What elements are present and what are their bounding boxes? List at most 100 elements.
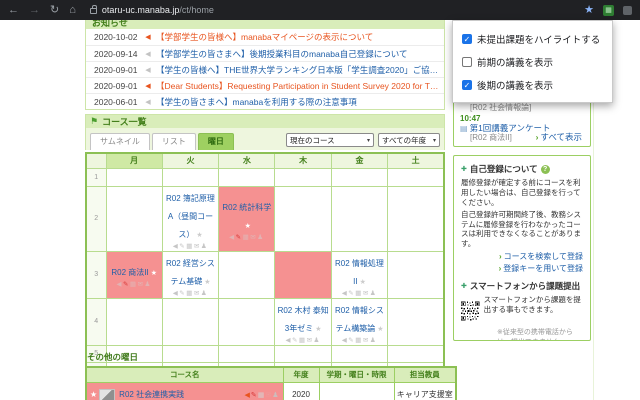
other-days-row[interactable]: ★ R02 社会連携実践 ◀✎▦✉♟ 2020 キャリア支援室 <box>85 381 457 400</box>
timetable-cell <box>218 250 276 299</box>
smartphone-text: スマートフォンから課題を提出する事もできます。 <box>483 295 581 315</box>
show-all-label: すべて表示 <box>540 132 582 142</box>
announcement-link[interactable]: 【学生の皆さまへ】manabaを利用する際の注意事項 <box>156 96 357 108</box>
course-cell[interactable]: R02 情報処理II ★ ◀✎▦✉♟ <box>332 252 386 297</box>
project-icon: ▦ <box>298 336 307 344</box>
checkbox[interactable]: ✓ <box>462 79 472 90</box>
course-status-icons: ◀✎▦✉♟ <box>165 290 216 297</box>
select-value: すべての年度 <box>382 135 427 145</box>
day-header-2: 火 <box>161 152 220 169</box>
timetable-corner <box>85 152 107 169</box>
announcement-date: 2020-09-01 <box>94 80 138 91</box>
bullet-icon: ✚ <box>461 166 467 173</box>
day-header-5: 金 <box>330 152 389 169</box>
day-header-1: 月 <box>105 152 163 169</box>
favorite-star-icon: ★ <box>315 325 322 333</box>
megaphone-icon: ◀ <box>145 50 151 58</box>
other-days-col-header-4: 担当教員 <box>393 366 457 383</box>
timetable-cell <box>330 167 389 187</box>
announcement-row[interactable]: 2020-10-02 ◀ 【学部学生の皆様へ】manabaマイページの表示について <box>86 29 444 45</box>
respon-icon: ♟ <box>272 391 280 399</box>
tab-inactive[interactable]: サムネイル <box>90 133 150 150</box>
announcement-link[interactable]: 【Dear Students】Requesting Participation … <box>156 80 444 92</box>
task-course-ref: [R02 社会情報論] <box>470 102 532 112</box>
respon-icon: ♟ <box>313 336 321 344</box>
timetable-cell: R02 情報処理II ★ ◀✎▦✉♟ <box>330 250 389 299</box>
self-registration-title: 自己登録について <box>469 164 538 174</box>
respon-icon: ♟ <box>257 233 265 241</box>
respon-icon: ♟ <box>200 242 209 250</box>
day-header-6: 土 <box>387 152 445 169</box>
popup-option[interactable]: ✓ 後期の講義を表示 <box>462 73 603 96</box>
help-icon[interactable]: ? <box>540 164 550 174</box>
other-days-col-header-2: 年度 <box>282 366 320 383</box>
self-registration-link[interactable]: › 登録キーを用いて登録 <box>461 263 583 275</box>
screen: ← → ↻ ⌂ otaru-uc.manaba.jp/ct/home ★ ▦ お… <box>0 0 640 400</box>
back-icon[interactable]: ← <box>8 4 19 16</box>
checkbox[interactable] <box>462 56 472 67</box>
announcement-link[interactable]: 【学部学生の皆さまへ】後期授業科目のmanaba自己登録について <box>156 48 407 60</box>
respon-icon: ♟ <box>369 289 378 297</box>
favorite-star-icon: ★ <box>359 278 366 286</box>
address-bar[interactable]: otaru-uc.manaba.jp/ct/home <box>102 5 214 15</box>
course-link[interactable]: R02 商法II <box>111 268 148 277</box>
show-all-link[interactable]: › すべて表示 <box>536 131 582 143</box>
course-link[interactable]: R02 社会連携実践 <box>119 389 184 400</box>
browser-chrome: ← → ↻ ⌂ otaru-uc.manaba.jp/ct/home ★ ▦ <box>0 0 640 20</box>
other-days-col-header-1: コース名 <box>85 366 284 383</box>
thread-icon: ✉ <box>193 242 201 250</box>
home-icon[interactable]: ⌂ <box>69 4 76 16</box>
other-days-col-header-3: 学期・曜日・時限 <box>318 366 395 383</box>
announcement-row[interactable]: 2020-09-14 ◀ 【学部学生の皆さまへ】後期授業科目のmanaba自己登録に… <box>86 45 444 61</box>
course-cell[interactable]: R02 経営システム基礎 ★ ◀✎▦✉♟ <box>163 252 217 297</box>
forward-icon[interactable]: → <box>29 4 40 16</box>
reload-icon[interactable]: ↻ <box>50 4 59 16</box>
timetable-cell <box>218 167 276 187</box>
course-cell[interactable]: R02 商法II ★ ◀✎▦✉♟ <box>107 261 161 289</box>
announcement-link[interactable]: 【学部学生の皆様へ】manabaマイページの表示について <box>156 31 373 43</box>
extension-icon[interactable]: ▦ <box>603 4 614 16</box>
popup-option[interactable]: ✓ 未提出課題をハイライトする <box>462 27 603 50</box>
course-cell[interactable]: R02 統計科学 ★ ◀✎▦✉♟ <box>220 196 274 242</box>
course-list-icon: ⚑ <box>90 116 99 126</box>
course-status-icons: ◀✎▦✉♟ <box>244 391 279 399</box>
favorite-star-icon: ★ <box>377 325 384 333</box>
announcement-row[interactable]: 2020-09-01 ◀ 【学生の皆様へ】THE世界大学ランキング日本版「学生調査2… <box>86 61 444 77</box>
project-icon: ▦ <box>355 289 363 297</box>
course-thumbnail <box>99 388 116 400</box>
course-cell[interactable]: R02 簿記原理A（昼間コース） ★ ◀✎▦✉♟ <box>163 187 217 250</box>
link-label: コースを検索して登録 <box>503 252 583 262</box>
timetable-cell <box>387 185 445 252</box>
smartphone-title-row: ✚ スマートフォンから課題提出 <box>461 280 583 292</box>
year-filter-select[interactable]: すべての年度 ▾ <box>378 133 440 147</box>
extensions-puzzle-icon[interactable] <box>623 5 632 15</box>
timetable-row: 2 R02 簿記原理A（昼間コース） ★ ◀✎▦✉♟ R02 統計科学★ ◀✎▦✉♟ <box>85 185 445 252</box>
self-registration-links: › コースを検索して登録 › 登録キーを用いて登録 <box>461 251 583 274</box>
popup-option[interactable]: 前期の講義を表示 <box>462 50 603 73</box>
other-days-table: コース名 年度 学期・曜日・時限 担当教員 ★ R02 社会連携実践 ◀✎▦✉♟ 2020 キ… <box>85 366 457 400</box>
self-registration-title-row: ✚ 自己登録について ? <box>461 163 583 175</box>
day-header-3: 水 <box>218 152 276 169</box>
self-registration-link[interactable]: › コースを検索して登録 <box>461 251 583 263</box>
announcement-link[interactable]: 【学生の皆様へ】THE世界大学ランキング日本版「学生調査2020」ご協力のお願い <box>156 64 444 76</box>
checkbox[interactable]: ✓ <box>462 33 472 44</box>
year-cell: 2020 <box>282 381 320 400</box>
course-status-icons: ◀✎▦✉♟ <box>334 290 385 297</box>
course-link[interactable]: R02 簿記原理A（昼間コース） <box>166 194 215 239</box>
timetable-cell: R02 商法II ★ ◀✎▦✉♟ <box>105 250 163 299</box>
task-time: 10:47 <box>460 113 481 123</box>
course-link[interactable]: R02 統計科学 <box>222 203 271 212</box>
tab-active[interactable]: 曜日 <box>197 133 234 150</box>
bookmark-star-icon[interactable]: ★ <box>584 4 594 16</box>
course-cell[interactable]: R02 情報システム構築論 ★ ◀✎▦✉♟ <box>332 299 386 344</box>
timetable-cell: R02 経営システム基礎 ★ ◀✎▦✉♟ <box>161 250 220 299</box>
qr-code <box>461 302 480 321</box>
timetable-cell <box>218 297 276 346</box>
tab-inactive[interactable]: リスト <box>151 133 196 150</box>
course-filter-select[interactable]: 現在のコース ▾ <box>286 133 374 147</box>
announcement-row[interactable]: 2020-06-01 ◀ 【学生の皆さまへ】manabaを利用する際の注意事項 <box>86 93 444 109</box>
lock-icon <box>89 5 97 14</box>
smartphone-row: スマートフォンから課題を提出する事もできます。 <box>461 295 583 327</box>
announcement-row[interactable]: 2020-09-01 ◀ 【Dear Students】Requesting Par… <box>86 77 444 93</box>
course-cell[interactable]: R02 木村 泰知 3年ゼミ ★ ◀✎▦✉♟ <box>276 299 330 344</box>
